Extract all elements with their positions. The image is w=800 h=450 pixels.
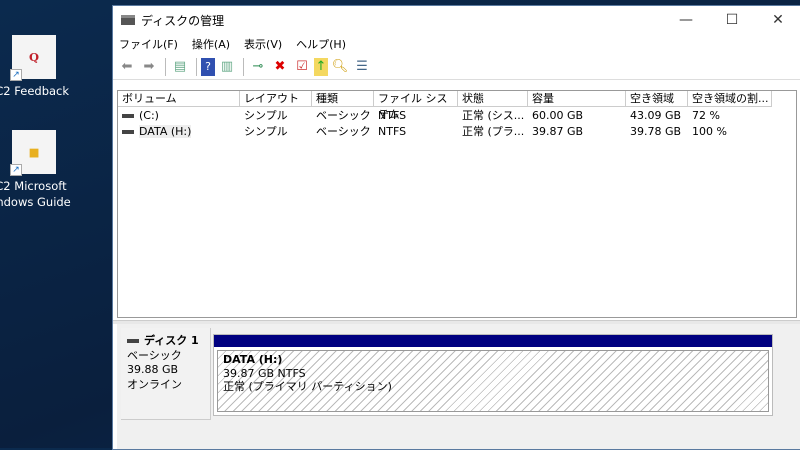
cell-type: ベーシック [316,109,371,122]
export-icon[interactable]: ↑ [314,57,328,76]
partition-data-h[interactable]: DATA (H:) 39.87 GB NTFS 正常 (プライマリ パーティショ… [213,334,773,416]
close-button[interactable]: ✕ [755,6,800,34]
back-icon[interactable]: ⬅ [117,58,137,76]
menu-action[interactable]: 操作(A) [192,36,230,52]
desktop-icon-ec2-guide[interactable]: ■↗ EC2 Microsoft Windows Guide [0,130,110,209]
disk-management-window: ディスクの管理 — ☐ ✕ ファイル(F) 操作(A) 表示(V) ヘルプ(H)… [112,5,800,450]
disk-status: オンライン [127,377,182,391]
icon-label-line2: Windows Guide [0,195,71,209]
menu-help[interactable]: ヘルプ(H) [296,36,346,52]
console-tree-icon[interactable]: ▤ [170,58,190,76]
disk-info[interactable]: ディスク 1 ベーシック 39.88 GB オンライン [121,328,211,420]
desktop-icon-ec2-feedback[interactable]: Q↗ EC2 Feedback [0,35,110,98]
cell-free: 43.09 GB [630,108,682,122]
partition-label: DATA (H:) [223,353,283,366]
partition-size: 39.87 GB NTFS [223,366,306,380]
shortcut-arrow-icon: ↗ [10,69,22,81]
action-pane-icon[interactable]: ▥ [217,58,237,76]
title-bar: ディスクの管理 — ☐ ✕ [113,6,800,34]
col-filesystem[interactable]: ファイル システム [374,91,458,121]
search-icon[interactable]: 🔍︎ [330,58,350,76]
cell-capacity: 39.87 GB [532,124,584,138]
cell-status: 正常 (プラ... [462,125,525,138]
menu-file[interactable]: ファイル(F) [119,36,178,52]
cell-free: 39.78 GB [630,124,682,138]
properties-icon[interactable]: ☰ [352,58,372,76]
disk-type: ベーシック [127,348,182,362]
table-header: ボリューム レイアウト 種類 ファイル システム 状態 容量 空き領域 空き領域… [118,91,796,121]
disk-name: ディスク 1 [144,334,199,347]
shortcut-arrow-icon: ↗ [10,164,22,176]
cell-filesystem: NTFS [378,124,407,138]
cell-type: ベーシック [316,125,371,138]
drive-icon [122,129,134,134]
table-row[interactable]: (C:) シンプル ベーシック NTFS 正常 (シス... 60.00 GB … [118,107,796,123]
maximize-button[interactable]: ☐ [709,6,755,34]
col-type[interactable]: 種類 [312,91,374,107]
disk-size: 39.88 GB [127,363,179,376]
table-row[interactable]: DATA (H:) シンプル ベーシック NTFS 正常 (プラ... 39.8… [118,123,796,139]
col-capacity[interactable]: 容量 [528,91,626,107]
col-free[interactable]: 空き領域 [626,91,688,107]
check-icon[interactable]: ☑ [292,58,312,76]
menu-view[interactable]: 表示(V) [244,36,282,52]
disk-icon [127,339,139,343]
col-status[interactable]: 状態 [458,91,528,107]
forward-icon[interactable]: ➡ [139,58,159,76]
window-title: ディスクの管理 [141,13,225,28]
connect-icon[interactable]: ⊸ [248,58,268,76]
cell-free-percent: 72 % [692,108,720,122]
cell-volume: DATA (H:) [139,124,192,138]
icon-label: EC2 Feedback [0,84,70,98]
col-layout[interactable]: レイアウト [240,91,312,107]
volume-list: ボリューム レイアウト 種類 ファイル システム 状態 容量 空き領域 空き領域… [117,90,797,318]
cell-capacity: 60.00 GB [532,108,584,122]
cell-layout: シンプル [244,125,288,138]
cell-layout: シンプル [244,109,288,122]
col-free-percent[interactable]: 空き領域の割... [688,91,772,107]
guide-icon: ■ ↗ [10,130,56,176]
minimize-button[interactable]: — [663,6,709,34]
cell-free-percent: 100 % [692,124,727,138]
cell-filesystem: NTFS [378,108,407,122]
icon-label-line1: EC2 Microsoft [0,179,67,193]
feedback-icon: Q ↗ [10,35,56,81]
delete-icon[interactable]: ✖ [270,58,290,76]
cell-volume: (C:) [139,108,159,122]
disk-pane: ディスク 1 ベーシック 39.88 GB オンライン DATA (H:) 39… [117,324,800,449]
partition-status: 正常 (プライマリ パーティション) [223,380,392,393]
help-icon[interactable]: ? [201,57,215,76]
cell-status: 正常 (シス... [462,109,525,122]
partition-bar [214,335,772,347]
toolbar: ⬅ ➡ ▤ ? ▥ ⊸ ✖ ☑ ↑ 🔍︎ ☰ [113,54,800,80]
drive-icon [122,113,134,118]
col-volume[interactable]: ボリューム [118,91,240,107]
disk-management-icon [121,15,135,25]
menu-bar: ファイル(F) 操作(A) 表示(V) ヘルプ(H) [113,34,800,54]
